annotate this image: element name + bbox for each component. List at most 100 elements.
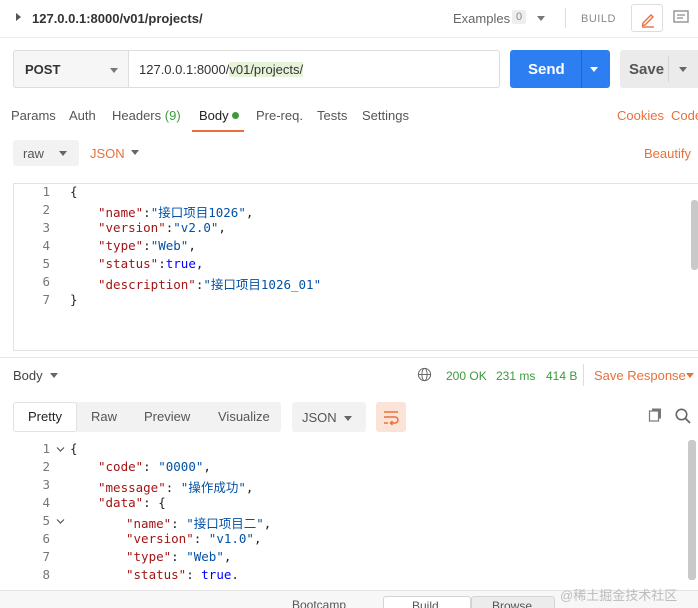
- code-token: "接口项目1026": [150, 205, 246, 220]
- beautify-link[interactable]: Beautify: [644, 146, 691, 161]
- code-line[interactable]: "name":"接口项目1026",: [98, 202, 253, 220]
- code-token: "code": [98, 459, 144, 474]
- examples-chevron-down-icon[interactable]: [537, 16, 545, 21]
- code-line[interactable]: {: [70, 184, 78, 202]
- comments-button[interactable]: [668, 4, 696, 32]
- cookies-link[interactable]: Cookies: [617, 108, 664, 123]
- response-size[interactable]: 414 B: [546, 369, 577, 383]
- code-line[interactable]: "name": "接口项目二",: [126, 513, 271, 531]
- divider: [581, 50, 582, 88]
- line-number: 4: [42, 238, 50, 253]
- save-options-chevron-icon[interactable]: [679, 67, 687, 72]
- examples-button[interactable]: Examples: [453, 11, 510, 26]
- send-label: Send: [528, 61, 565, 78]
- collapse-caret-icon[interactable]: [16, 13, 21, 21]
- code-token: :: [171, 549, 187, 564]
- copy-icon[interactable]: [648, 407, 664, 423]
- code-token: "data": [98, 495, 144, 510]
- save-button[interactable]: Save: [620, 50, 698, 88]
- chevron-down-icon[interactable]: [686, 373, 694, 378]
- send-options-chevron-icon[interactable]: [590, 67, 598, 72]
- method-select[interactable]: POST: [13, 50, 128, 88]
- build-tab[interactable]: Build: [383, 596, 471, 608]
- pencil-icon: [641, 14, 654, 28]
- bootcamp-button[interactable]: Bootcamp: [292, 598, 346, 608]
- code-line[interactable]: "type": "Web",: [126, 549, 231, 567]
- code-link[interactable]: Code: [671, 108, 698, 123]
- tab-headers[interactable]: Headers (9): [112, 108, 181, 123]
- code-token: "v1.0": [208, 531, 254, 546]
- view-tab-visualize[interactable]: Visualize: [218, 409, 270, 424]
- wrap-lines-icon: [384, 411, 399, 426]
- view-tab-raw[interactable]: Raw: [91, 409, 117, 424]
- line-number: 8: [42, 567, 50, 582]
- response-body-label[interactable]: Body: [13, 368, 43, 383]
- code-token: "name": [126, 516, 172, 531]
- status-code[interactable]: 200 OK: [446, 369, 487, 383]
- tab-settings[interactable]: Settings: [362, 108, 409, 123]
- pane-divider[interactable]: [0, 357, 698, 358]
- code-token: "v2.0": [173, 220, 219, 235]
- line-number: 7: [42, 292, 50, 307]
- code-token: :: [171, 516, 187, 531]
- fold-chevron-icon[interactable]: [56, 517, 65, 526]
- code-token: :: [165, 480, 181, 495]
- code-line[interactable]: "code": "0000",: [98, 459, 211, 477]
- edit-button[interactable]: [631, 4, 663, 32]
- tab-tests[interactable]: Tests: [317, 108, 347, 123]
- code-line[interactable]: "data": {: [98, 495, 166, 513]
- globe-icon[interactable]: [417, 367, 432, 382]
- code-token: "接口项目1026_01": [203, 277, 322, 292]
- chevron-down-icon: [110, 68, 118, 73]
- tab-headers-label: Headers: [112, 108, 162, 123]
- save-response-button[interactable]: Save Response: [594, 368, 686, 383]
- code-line[interactable]: {: [70, 441, 78, 459]
- code-token: "status": [98, 256, 159, 271]
- line-number: 3: [42, 220, 50, 235]
- response-format-select[interactable]: JSON: [292, 402, 366, 432]
- code-line[interactable]: "status": true.: [126, 567, 239, 585]
- build-mode-label[interactable]: BUILD: [581, 13, 616, 25]
- view-tab-preview[interactable]: Preview: [144, 409, 190, 424]
- code-line[interactable]: "version":"v2.0",: [98, 220, 226, 238]
- tab-params[interactable]: Params: [11, 108, 56, 123]
- chevron-down-icon: [344, 416, 352, 421]
- line-number: 1: [42, 184, 50, 199]
- line-number: 7: [42, 549, 50, 564]
- code-token: "Web": [186, 549, 224, 564]
- code-line[interactable]: "message": "操作成功",: [98, 477, 253, 495]
- chevron-down-icon[interactable]: [131, 150, 139, 155]
- body-type-select[interactable]: JSON: [90, 146, 125, 161]
- tab-prereq[interactable]: Pre-req.: [256, 108, 303, 123]
- code-line[interactable]: "description":"接口项目1026_01": [98, 274, 321, 292]
- url-input[interactable]: 127.0.0.1:8000/v01/projects/: [128, 50, 500, 88]
- view-tab-pretty[interactable]: Pretty: [28, 409, 62, 424]
- response-time[interactable]: 231 ms: [496, 369, 535, 383]
- code-line[interactable]: }: [70, 292, 78, 310]
- fold-chevron-icon[interactable]: [56, 445, 65, 454]
- code-line[interactable]: "type":"Web",: [98, 238, 196, 256]
- wrap-lines-button[interactable]: [376, 402, 406, 432]
- body-mode-select[interactable]: raw: [13, 140, 79, 166]
- method-value: POST: [25, 62, 61, 77]
- code-line[interactable]: "version": "v1.0",: [126, 531, 261, 549]
- chevron-down-icon[interactable]: [50, 373, 58, 378]
- editor-scrollbar[interactable]: [691, 200, 698, 270]
- code-token: ,: [188, 238, 196, 253]
- tab-body[interactable]: Body: [199, 108, 229, 123]
- url-text: 127.0.0.1:8000/v01/projects/: [139, 62, 304, 77]
- body-indicator-dot: [232, 112, 239, 119]
- search-icon[interactable]: [674, 407, 692, 425]
- tab-auth[interactable]: Auth: [69, 108, 96, 123]
- code-token: .: [231, 567, 239, 582]
- response-scrollbar[interactable]: [688, 440, 696, 580]
- send-button[interactable]: Send: [510, 50, 610, 88]
- request-title[interactable]: 127.0.0.1:8000/v01/projects/: [32, 11, 203, 26]
- code-token: ,: [203, 459, 211, 474]
- code-line[interactable]: "status":true,: [98, 256, 203, 274]
- url-prefix: 127.0.0.1:8000/: [139, 62, 230, 77]
- line-number: 1: [42, 441, 50, 456]
- code-token: ,: [245, 205, 254, 220]
- code-token: "version": [126, 531, 194, 546]
- browse-tab[interactable]: Browse: [471, 596, 555, 608]
